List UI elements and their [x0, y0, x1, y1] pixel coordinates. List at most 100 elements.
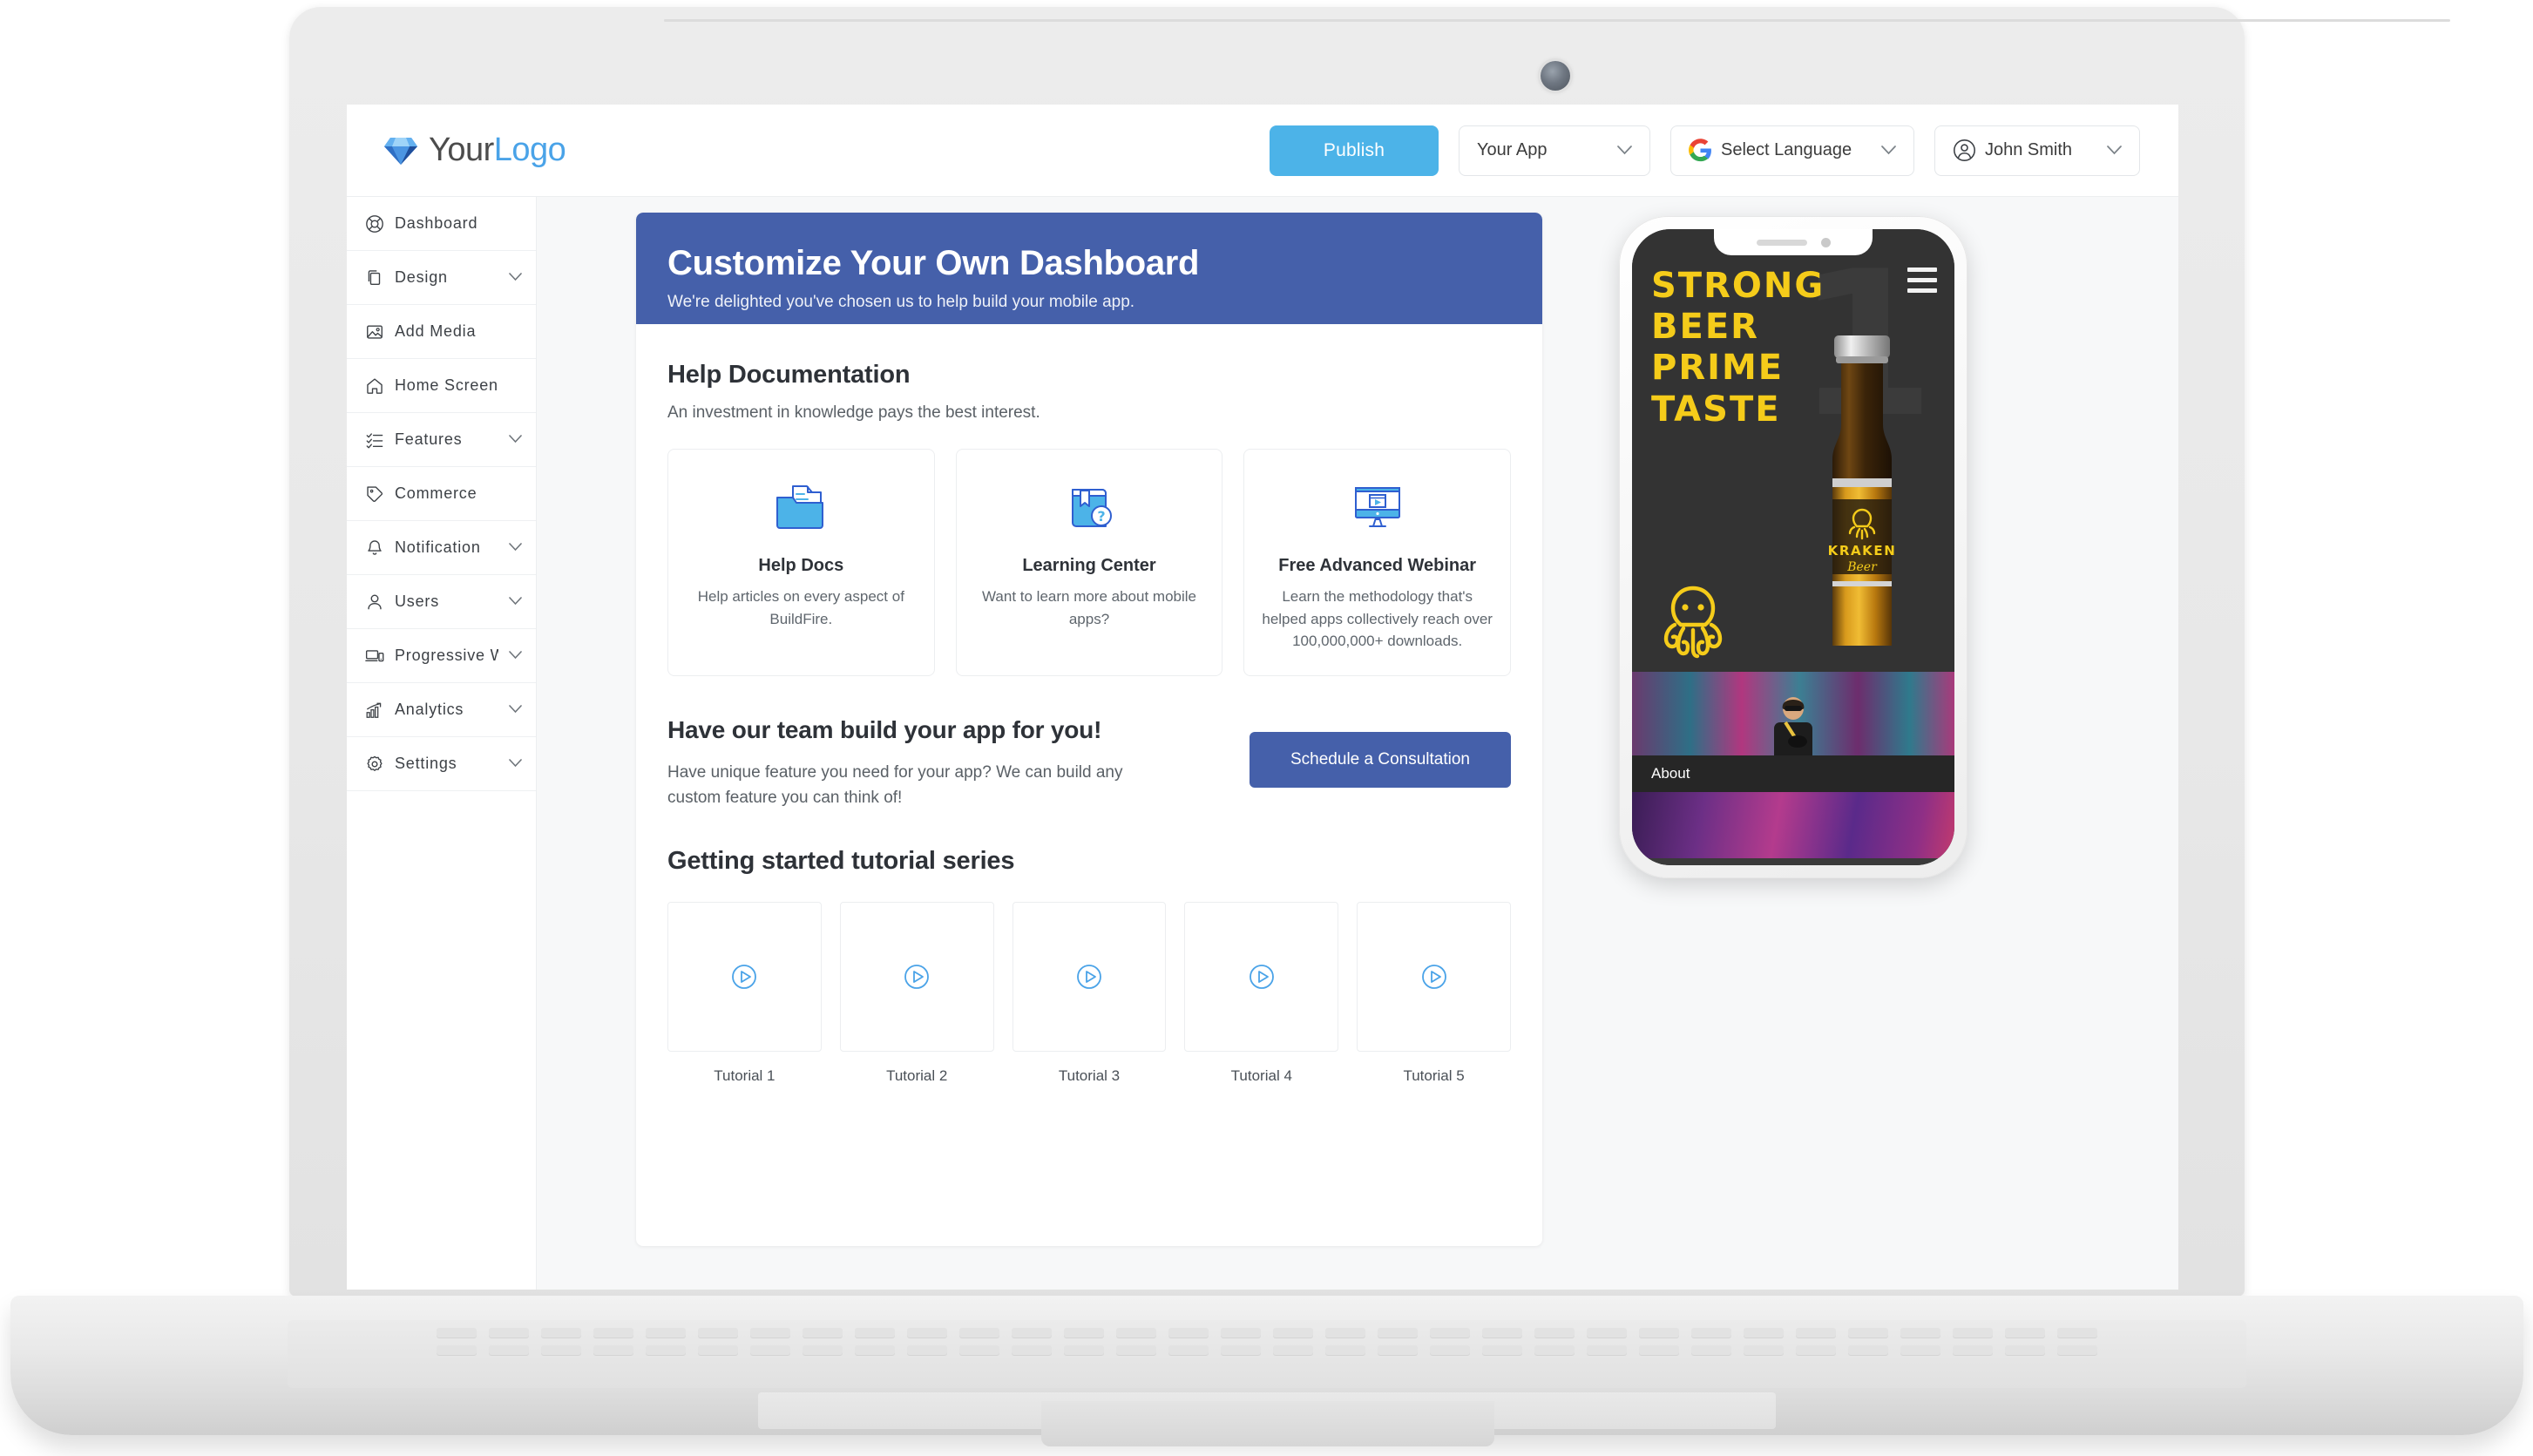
chevron-down-icon	[1881, 142, 1896, 159]
app-selector[interactable]: Your App	[1459, 125, 1650, 176]
card-body: Help Documentation An investment in know…	[636, 361, 1542, 1085]
google-g-icon	[1689, 139, 1711, 162]
schedule-consultation-button[interactable]: Schedule a Consultation	[1250, 731, 1511, 788]
tutorial-label: Tutorial 3	[1058, 1067, 1121, 1085]
sidebar-item-label: Progressive W...	[395, 647, 498, 664]
sidebar-item-users[interactable]: Users	[347, 575, 536, 629]
help-card-free-advanced-webinar[interactable]: Free Advanced Webinar Learn the methodol…	[1243, 449, 1512, 676]
tutorial-item[interactable]: Tutorial 2	[839, 902, 994, 1085]
chevron-down-icon	[509, 540, 522, 555]
sidebar-item-home-screen[interactable]: Home Screen	[347, 359, 536, 413]
help-cards-row: Help Docs Help articles on every aspect …	[667, 449, 1512, 676]
about-label: About	[1651, 765, 1690, 782]
sidebar: Dashboard Design Add Media Home Screen F…	[347, 197, 537, 1290]
layers-icon	[368, 269, 381, 285]
tutorial-label: Tutorial 4	[1230, 1067, 1292, 1085]
brand-logo[interactable]: YourLogo	[383, 132, 566, 169]
sidebar-item-label: Design	[395, 268, 448, 286]
purple-photo-band	[1632, 792, 1954, 858]
help-section-title: Help Documentation	[667, 361, 911, 389]
sidebar-item-add-media[interactable]: Add Media	[347, 305, 536, 359]
dashboard-card: Customize Your Own Dashboard We're delig…	[636, 213, 1542, 1246]
sidebar-item-label: Commerce	[395, 484, 477, 502]
laptop-webcam-icon	[1541, 61, 1570, 91]
sidebar-item-analytics[interactable]: Analytics	[347, 683, 536, 737]
tutorial-thumbnail[interactable]	[1012, 902, 1167, 1053]
tutorial-item[interactable]: Tutorial 1	[667, 902, 822, 1085]
tutorial-thumbnail[interactable]	[1357, 902, 1511, 1053]
language-selector[interactable]: Select Language	[1670, 125, 1914, 176]
tutorial-thumbnail[interactable]	[1184, 902, 1339, 1053]
sidebar-item-progressive-web[interactable]: Progressive W...	[347, 629, 536, 683]
bar-photo-band	[1632, 672, 1954, 755]
tutorial-label: Tutorial 1	[714, 1067, 775, 1085]
sidebar-item-features[interactable]: Features	[347, 413, 536, 467]
chevron-down-icon	[509, 702, 522, 717]
sidebar-item-label: Home Screen	[395, 376, 498, 394]
gear-icon	[367, 755, 383, 771]
checklist-icon	[366, 432, 383, 448]
app-selector-value: Your App	[1477, 140, 1548, 159]
laptop-keyboard	[288, 1320, 2246, 1388]
lifebuoy-icon	[366, 214, 383, 233]
help-card-learning-center[interactable]: ? Learning Center Want to learn more abo…	[955, 449, 1223, 676]
chevron-down-icon	[1617, 142, 1632, 159]
banner-title: Customize Your Own Dashboard	[667, 244, 1200, 282]
tutorial-item[interactable]: Tutorial 3	[1012, 902, 1167, 1085]
keyboard-row	[288, 1337, 2246, 1355]
sidebar-item-notification[interactable]: Notification	[347, 521, 536, 575]
tutorial-thumbnail[interactable]	[839, 902, 994, 1053]
sidebar-item-settings[interactable]: Settings	[347, 737, 536, 791]
laptop-front-notch	[1041, 1401, 1494, 1446]
phone-notch	[1714, 229, 1873, 255]
tutorial-label: Tutorial 5	[1403, 1067, 1465, 1085]
help-card-desc: Help articles on every aspect of BuildFi…	[697, 588, 904, 627]
publish-button[interactable]: Publish	[1270, 125, 1439, 176]
svg-text:KRAKEN: KRAKEN	[1828, 543, 1897, 559]
sidebar-item-dashboard[interactable]: Dashboard	[347, 197, 536, 251]
team-build-title: Have our team build your app for you!	[667, 715, 1102, 743]
sidebar-item-label: Features	[395, 430, 463, 448]
brand-text-first: Your	[429, 132, 494, 168]
tutorials-row: Tutorial 1 Tutorial 2 Tutorial 3 Tutoria…	[667, 902, 1511, 1085]
home-icon	[367, 377, 383, 394]
user-icon	[368, 594, 382, 609]
sidebar-item-design[interactable]: Design	[347, 251, 536, 305]
help-card-title: Free Advanced Webinar	[1278, 556, 1477, 575]
sidebar-item-commerce[interactable]: Commerce	[347, 467, 536, 521]
book-question-icon: ?	[972, 476, 1207, 538]
sidebar-item-label: Settings	[395, 755, 457, 772]
tutorial-thumbnail[interactable]	[667, 902, 822, 1053]
phone-tab-bar	[1632, 858, 1954, 865]
dashboard-banner: Customize Your Own Dashboard We're delig…	[636, 213, 1542, 324]
octopus-logo-icon	[1663, 586, 1723, 659]
help-card-help-docs[interactable]: Help Docs Help articles on every aspect …	[667, 449, 935, 676]
chevron-down-icon	[509, 594, 522, 609]
team-build-desc: Have unique feature you need for your ap…	[667, 762, 1123, 807]
phone-hero-section: 1 STRONG BEER PRIME TASTE	[1632, 229, 1954, 672]
about-strip[interactable]: About	[1632, 755, 1954, 792]
chevron-down-icon	[2107, 142, 2122, 159]
tutorials-section-title: Getting started tutorial series	[667, 847, 1015, 876]
tutorial-item[interactable]: Tutorial 4	[1184, 902, 1339, 1085]
screen-viewport: YourLogo Publish Your App Select Languag…	[347, 105, 2178, 1290]
sidebar-item-label: Add Media	[395, 322, 477, 340]
laptop-frame: YourLogo Publish Your App Select Languag…	[0, 0, 2533, 1456]
help-card-desc: Learn the methodology that's helped apps…	[1262, 588, 1493, 649]
main-content-area: Customize Your Own Dashboard We're delig…	[537, 197, 2178, 1290]
user-menu[interactable]: John Smith	[1934, 125, 2140, 176]
sidebar-item-label: Analytics	[395, 701, 464, 718]
phone-frame: 1 STRONG BEER PRIME TASTE	[1619, 216, 1967, 878]
sidebar-item-label: Notification	[395, 538, 481, 556]
chevron-down-icon	[509, 756, 522, 771]
devices-icon	[365, 649, 384, 661]
header-controls: Publish Your App Select Language John Sm…	[1270, 125, 2140, 176]
phone-screen: 1 STRONG BEER PRIME TASTE	[1632, 229, 1954, 865]
bar-chart-icon	[366, 702, 382, 718]
user-circle-icon	[1954, 139, 1975, 161]
phone-preview: 1 STRONG BEER PRIME TASTE	[1619, 216, 2002, 1290]
tutorial-item[interactable]: Tutorial 5	[1357, 902, 1511, 1085]
hamburger-menu-icon[interactable]	[1907, 267, 1937, 293]
chevron-down-icon	[509, 432, 522, 447]
language-selector-value: Select Language	[1721, 140, 1852, 159]
